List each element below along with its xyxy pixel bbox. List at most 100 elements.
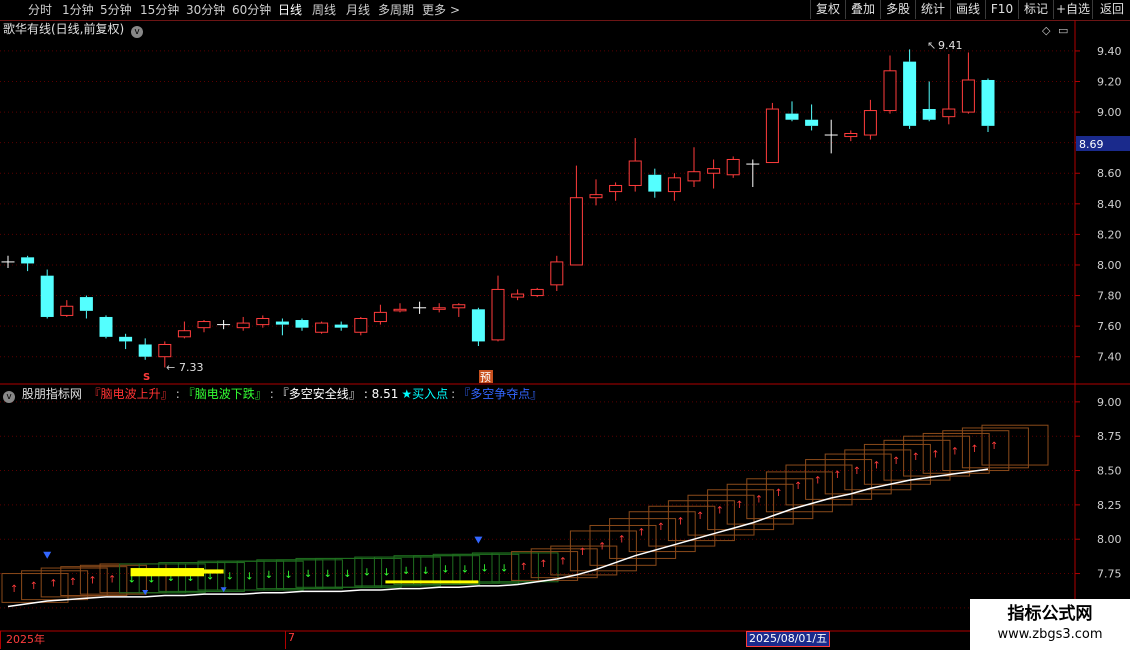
- candle[interactable]: [471, 307, 485, 347]
- candle[interactable]: [961, 52, 975, 114]
- candle[interactable]: [217, 320, 231, 330]
- candle[interactable]: [805, 104, 819, 131]
- candle-body: [942, 108, 956, 118]
- back-button[interactable]: 返回: [1092, 0, 1130, 19]
- candle[interactable]: [609, 182, 623, 201]
- period-tab-15min[interactable]: 15分钟: [140, 2, 179, 18]
- main-panel-title[interactable]: 歌华有线(日线,前复权): [3, 22, 124, 36]
- diamond-icon[interactable]: ◇: [1042, 24, 1051, 37]
- candle[interactable]: [589, 179, 603, 206]
- chart-canvas[interactable]: 9.409.209.008.808.608.408.208.007.807.60…: [0, 20, 1130, 650]
- candle[interactable]: [844, 130, 858, 142]
- candle[interactable]: [373, 304, 387, 325]
- candle[interactable]: [863, 99, 877, 140]
- candle[interactable]: [432, 303, 446, 313]
- candle[interactable]: [1, 255, 15, 269]
- candle[interactable]: [256, 315, 270, 328]
- candle[interactable]: [707, 159, 721, 189]
- draw-line-button[interactable]: 画线: [950, 0, 985, 19]
- period-tab-daily[interactable]: 日线: [278, 2, 302, 18]
- period-tab-60min[interactable]: 60分钟: [232, 2, 271, 18]
- candle[interactable]: [79, 295, 93, 319]
- down-arrow-icon: ↓: [343, 569, 351, 580]
- period-tab-30min[interactable]: 30分钟: [186, 2, 225, 18]
- candle[interactable]: [236, 316, 250, 331]
- candle-body: [158, 343, 172, 358]
- safety-line-layer: [7, 468, 989, 608]
- candle[interactable]: [21, 255, 35, 272]
- period-tab-more[interactable]: 更多: [422, 2, 446, 18]
- candle[interactable]: [922, 81, 936, 122]
- candle-body: [99, 316, 113, 337]
- candle[interactable]: [177, 321, 191, 339]
- candlestick-series[interactable]: [1, 49, 995, 368]
- period-tab-5min[interactable]: 5分钟: [100, 2, 132, 18]
- candle-body: [491, 288, 505, 341]
- candle[interactable]: [550, 255, 564, 291]
- candle[interactable]: [648, 168, 662, 198]
- candle[interactable]: [40, 269, 54, 319]
- candle[interactable]: [413, 301, 427, 314]
- chevron-down-icon[interactable]: v: [131, 26, 144, 38]
- candle[interactable]: [883, 55, 897, 114]
- candle-body: [726, 158, 740, 176]
- candle[interactable]: [667, 173, 681, 201]
- candle[interactable]: [393, 303, 407, 313]
- multi-stock-button[interactable]: 多股: [880, 0, 915, 19]
- up-arrow-icon: ↑: [931, 449, 939, 460]
- candle[interactable]: [942, 53, 956, 125]
- f10-button[interactable]: F10: [985, 0, 1018, 19]
- candle[interactable]: [981, 78, 995, 132]
- period-tab-weekly[interactable]: 周线: [312, 2, 336, 18]
- candle[interactable]: [530, 287, 544, 298]
- candle[interactable]: [726, 156, 740, 178]
- candle[interactable]: [569, 165, 583, 266]
- up-arrow-icon: ↑: [10, 584, 18, 595]
- up-arrow-icon: ↑: [892, 456, 900, 467]
- candle[interactable]: [452, 303, 466, 317]
- candle-body: [79, 297, 93, 311]
- period-tab-multi[interactable]: 多周期: [378, 2, 414, 18]
- candle[interactable]: [785, 101, 799, 122]
- period-tab-monthly[interactable]: 月线: [346, 2, 370, 18]
- candle[interactable]: [765, 102, 779, 164]
- statistics-button[interactable]: 统计: [915, 0, 950, 19]
- candle[interactable]: [903, 49, 917, 129]
- candle[interactable]: [334, 321, 348, 331]
- candle[interactable]: [99, 315, 113, 339]
- mark-button[interactable]: 标记: [1018, 0, 1053, 19]
- indicator-tick-label: 7.75: [1097, 568, 1122, 581]
- more-arrow-icon[interactable]: >: [450, 2, 460, 18]
- main-panel-title-row: 歌华有线(日线,前复权) v: [3, 21, 144, 38]
- candle[interactable]: [275, 318, 289, 336]
- candle[interactable]: [119, 333, 133, 350]
- candle[interactable]: [60, 300, 74, 317]
- dispute-point-marker: [474, 536, 483, 544]
- restore-rights-button[interactable]: 复权: [810, 0, 845, 19]
- candle[interactable]: [491, 275, 505, 342]
- indicator-name[interactable]: 股朋指标网: [22, 387, 82, 401]
- chevron-down-icon[interactable]: v: [3, 391, 15, 403]
- down-arrow-icon: ↓: [265, 570, 273, 581]
- overlay-button[interactable]: 叠加: [845, 0, 880, 19]
- period-tab-intraday[interactable]: 分时: [28, 2, 52, 18]
- indicator-tick-label: 8.25: [1097, 499, 1122, 512]
- candle[interactable]: [687, 147, 701, 188]
- candle[interactable]: [138, 338, 152, 360]
- candle[interactable]: [295, 318, 309, 331]
- up-arrow-icon: ↑: [618, 535, 626, 546]
- expand-icon[interactable]: ▭: [1058, 24, 1068, 37]
- candle[interactable]: [824, 119, 838, 154]
- watermark-url: www.zbgs3.com: [997, 627, 1103, 642]
- candle[interactable]: [511, 289, 525, 301]
- candle[interactable]: [197, 320, 211, 333]
- candle[interactable]: [628, 138, 642, 192]
- add-favorite-button[interactable]: +自选: [1053, 0, 1092, 19]
- candle[interactable]: [354, 316, 368, 336]
- forecast-marker: 预: [480, 371, 491, 384]
- period-tab-1min[interactable]: 1分钟: [62, 2, 94, 18]
- candle-body: [863, 110, 877, 136]
- candle[interactable]: [315, 321, 329, 334]
- candle-body: [334, 324, 348, 328]
- current-price-tag: 8.69: [1079, 138, 1104, 151]
